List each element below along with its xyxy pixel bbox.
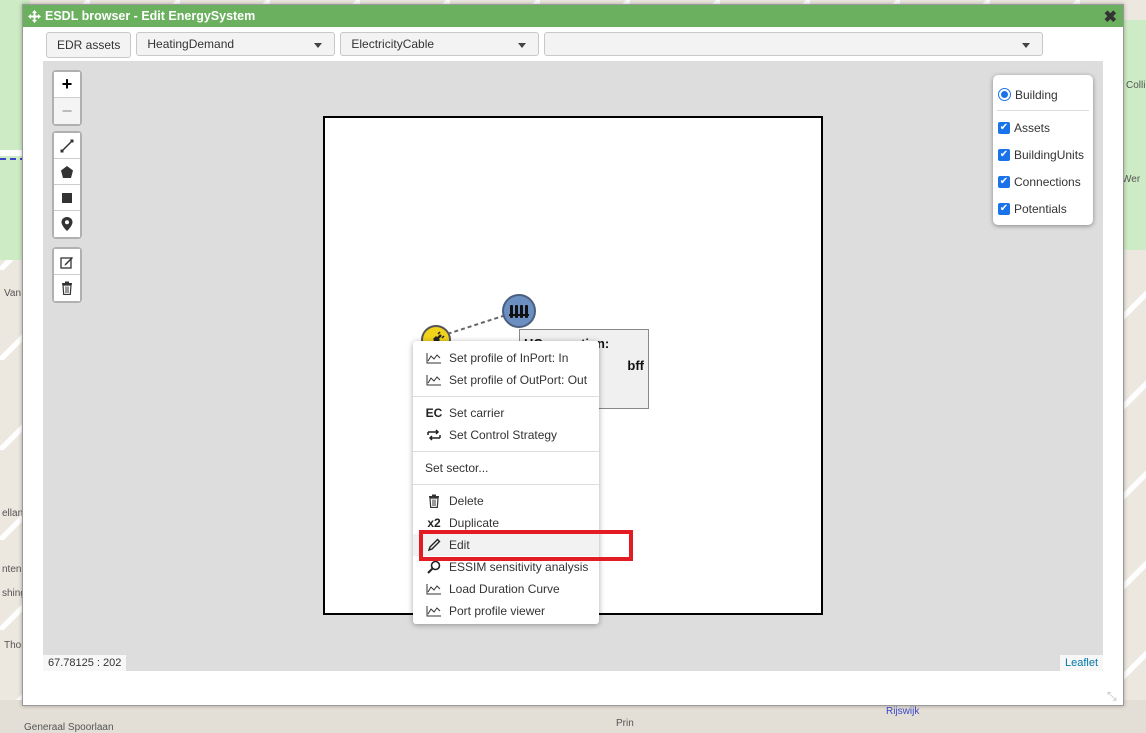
map-label: Wer <box>1122 174 1141 185</box>
menu-item-label: Set Control Strategy <box>449 428 558 442</box>
checkbox-checked-icon[interactable]: ✔ <box>998 175 1010 188</box>
zoom-out-button[interactable]: − <box>54 98 80 124</box>
map-label: Generaal Spoorlaan <box>24 722 114 733</box>
menu-item-set-outport-profile[interactable]: Set profile of OutPort: Out <box>413 369 599 391</box>
menu-item-label: Set sector... <box>425 461 489 475</box>
map-label: nten <box>2 564 22 575</box>
delete-layers-button[interactable] <box>54 275 80 301</box>
menu-item-label: Port profile viewer <box>449 604 546 618</box>
marker-icon <box>61 217 73 231</box>
layer-label: Assets <box>1014 120 1051 135</box>
layer-label: Potentials <box>1014 201 1067 216</box>
ec-icon: EC <box>425 406 443 420</box>
move-icon[interactable] <box>27 9 41 23</box>
leaflet-attribution-link[interactable]: Leaflet <box>1059 655 1103 671</box>
edr-assets-button[interactable]: EDR assets <box>46 32 132 58</box>
duplicate-icon: x2 <box>427 516 441 530</box>
zoom-in-button[interactable]: + <box>54 72 80 98</box>
edit-icon <box>60 256 73 269</box>
overlay-connections[interactable]: ✔ Connections <box>997 168 1089 195</box>
radio-selected-icon[interactable] <box>998 88 1011 101</box>
chart-icon <box>425 582 443 596</box>
chart-icon <box>425 604 443 618</box>
layer-label: Building <box>1015 87 1058 102</box>
overlay-assets[interactable]: ✔ Assets <box>997 114 1089 141</box>
electricity-asset-select[interactable]: ElectricityCable <box>340 32 540 56</box>
menu-item-label: Set profile of InPort: In <box>449 351 569 365</box>
menu-item-label: Duplicate <box>449 516 500 530</box>
map-label: Collinlaan <box>1126 80 1146 91</box>
dialog-toolbar: EDR assets HeatingDemand ElectricityCabl… <box>46 32 1044 58</box>
tooltip-id: bff <box>627 358 644 373</box>
overlay-potentials[interactable]: ✔ Potentials <box>997 195 1089 222</box>
draw-toolbar <box>52 131 82 239</box>
menu-item-label: Load Duration Curve <box>449 582 560 596</box>
heating-asset-select[interactable]: HeatingDemand <box>136 32 336 56</box>
draw-marker-button[interactable] <box>54 211 80 237</box>
heating-demand-node[interactable] <box>502 294 536 328</box>
select-value: HeatingDemand <box>147 37 235 51</box>
rectangle-icon <box>62 192 72 203</box>
menu-item-label: Set profile of OutPort: Out <box>449 373 588 387</box>
edit-highlight-box <box>419 530 633 561</box>
menu-item-label: Delete <box>449 494 484 508</box>
chevron-down-icon <box>1022 43 1031 48</box>
layer-label: BuildingUnits <box>1014 147 1085 162</box>
map-label: Rijswijk <box>886 706 920 717</box>
trash-icon <box>62 281 72 295</box>
chart-icon <box>425 373 443 387</box>
menu-item-load-duration-curve[interactable]: Load Duration Curve <box>413 578 599 600</box>
base-layer-building[interactable]: Building <box>997 81 1089 108</box>
chevron-down-icon <box>518 43 527 48</box>
map-label: Van <box>4 288 22 299</box>
third-asset-select[interactable] <box>544 32 1044 56</box>
map-label: Prin <box>616 718 634 729</box>
polyline-icon <box>60 139 74 152</box>
layer-control: Building ✔ Assets ✔ BuildingUnits ✔ Conn… <box>993 75 1093 225</box>
draw-polygon-button[interactable] <box>54 159 80 185</box>
draw-polyline-button[interactable] <box>54 133 80 159</box>
draw-rectangle-button[interactable] <box>54 185 80 211</box>
search-icon <box>425 560 443 574</box>
zoom-control: + − <box>52 70 82 126</box>
dialog-titlebar[interactable]: ESDL browser - Edit EnergySystem ✖ <box>23 5 1123 27</box>
overlay-buildingunits[interactable]: ✔ BuildingUnits <box>997 141 1089 168</box>
close-icon[interactable]: ✖ <box>1104 7 1117 27</box>
dialog-title: ESDL browser - Edit EnergySystem <box>45 9 256 23</box>
checkbox-checked-icon[interactable]: ✔ <box>998 202 1010 215</box>
swap-icon <box>425 428 443 442</box>
edit-layers-button[interactable] <box>54 249 80 275</box>
chevron-down-icon <box>314 43 323 48</box>
chart-icon <box>425 351 443 365</box>
select-value: ElectricityCable <box>351 37 435 51</box>
checkbox-checked-icon[interactable]: ✔ <box>998 121 1010 134</box>
resize-handle-icon[interactable]: ⤡ <box>1107 689 1119 703</box>
coordinate-readout: 67.78125 : 202 <box>43 655 127 671</box>
menu-item-set-control-strategy[interactable]: Set Control Strategy <box>413 424 599 446</box>
asset-context-menu: Set profile of InPort: In Set profile of… <box>413 341 599 624</box>
menu-item-label: Set carrier <box>449 406 505 420</box>
checkbox-checked-icon[interactable]: ✔ <box>998 148 1010 161</box>
menu-item-label: ESSIM sensitivity analysis <box>449 560 589 574</box>
polygon-icon <box>61 165 73 178</box>
radiator-icon <box>509 305 529 318</box>
trash-icon <box>425 494 443 508</box>
layer-label: Connections <box>1014 174 1081 189</box>
menu-item-set-carrier[interactable]: EC Set carrier <box>413 402 599 424</box>
menu-item-delete[interactable]: Delete <box>413 490 599 512</box>
menu-item-set-sector[interactable]: Set sector... <box>413 457 599 479</box>
map-label: ellan <box>2 508 24 519</box>
menu-item-port-profile-viewer[interactable]: Port profile viewer <box>413 600 599 622</box>
menu-item-set-inport-profile[interactable]: Set profile of InPort: In <box>413 347 599 369</box>
edit-toolbar <box>52 247 82 303</box>
